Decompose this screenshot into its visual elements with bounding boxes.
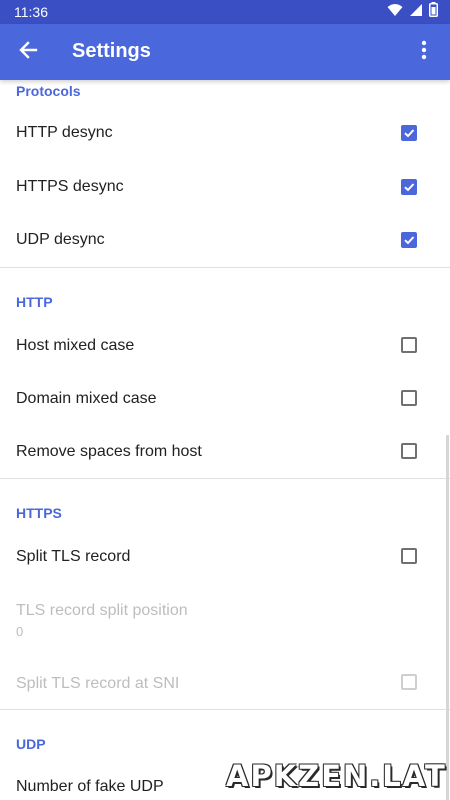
pref-remove-spaces-from-host[interactable]: Remove spaces from host [0, 425, 450, 479]
pref-label: HTTPS desync [16, 178, 124, 195]
pref-label: HTTP desync [16, 124, 113, 141]
back-button[interactable] [12, 36, 44, 68]
section-header-https: HTTPS [16, 505, 62, 521]
pref-http-desync[interactable]: HTTP desync [0, 106, 450, 160]
pref-label: Split TLS record at SNI [16, 675, 180, 692]
https-desync-checkbox[interactable] [401, 179, 417, 195]
host-mixed-case-checkbox[interactable] [401, 337, 417, 353]
status-icons [387, 2, 438, 22]
wifi-icon [387, 3, 403, 22]
signal-icon [409, 3, 423, 22]
page-title: Settings [72, 40, 151, 62]
pref-split-tls-record-at-sni: Split TLS record at SNI [0, 655, 450, 709]
watermark: APKZEN.LAT [226, 759, 447, 793]
section-header-http: HTTP [16, 294, 53, 310]
scrollbar[interactable] [446, 435, 449, 800]
pref-label: Host mixed case [16, 337, 135, 354]
status-bar: 11:36 [0, 0, 450, 24]
pref-host-mixed-case[interactable]: Host mixed case [0, 318, 450, 372]
arrow-back-icon [18, 40, 38, 65]
remove-spaces-checkbox[interactable] [401, 443, 417, 459]
domain-mixed-case-checkbox[interactable] [401, 390, 417, 406]
pref-tls-record-split-position: TLS record split position 0 [0, 585, 450, 647]
pref-split-tls-record[interactable]: Split TLS record [0, 530, 450, 584]
pref-label: TLS record split position [16, 602, 188, 619]
section-divider [0, 267, 450, 268]
overflow-menu-button[interactable] [408, 36, 440, 68]
http-desync-checkbox[interactable] [401, 125, 417, 141]
pref-udp-desync[interactable]: UDP desync [0, 213, 450, 267]
section-divider [0, 709, 450, 710]
udp-desync-checkbox[interactable] [401, 232, 417, 248]
pref-label: Split TLS record [16, 548, 131, 565]
pref-value: 0 [16, 624, 24, 639]
pref-label: Remove spaces from host [16, 443, 202, 460]
pref-label: UDP desync [16, 231, 105, 248]
status-time: 11:36 [14, 4, 48, 20]
app-bar: Settings [0, 24, 450, 80]
pref-label: Domain mixed case [16, 390, 157, 407]
battery-icon [429, 2, 438, 22]
split-tls-at-sni-checkbox [401, 674, 417, 690]
section-divider [0, 478, 450, 479]
pref-domain-mixed-case[interactable]: Domain mixed case [0, 372, 450, 426]
split-tls-record-checkbox[interactable] [401, 548, 417, 564]
settings-list: Protocols HTTP desync HTTPS desync UDP d… [0, 80, 450, 800]
section-header-udp: UDP [16, 736, 46, 752]
section-header-protocols: Protocols [16, 83, 81, 99]
more-vert-icon [421, 40, 427, 65]
pref-https-desync[interactable]: HTTPS desync [0, 160, 450, 214]
pref-label: Number of fake UDP [16, 778, 164, 795]
